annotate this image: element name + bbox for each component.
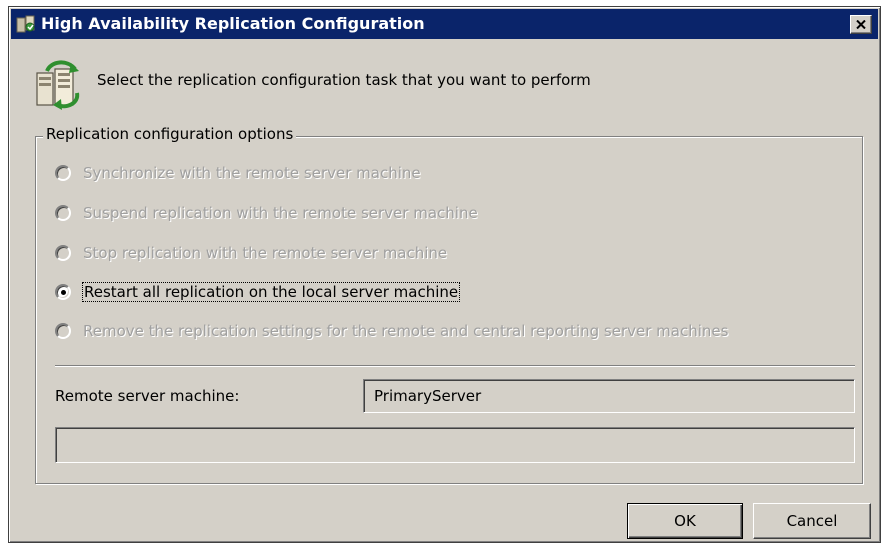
- radio-suspend[interactable]: [55, 205, 71, 221]
- option-label: Suspend replication with the remote serv…: [83, 204, 478, 222]
- window-title: High Availability Replication Configurat…: [41, 14, 425, 33]
- app-icon: [16, 15, 35, 33]
- option-label: Restart all replication on the local ser…: [81, 282, 461, 302]
- option-label: Remove the replication settings for the …: [83, 322, 729, 340]
- close-button[interactable]: [850, 15, 872, 34]
- radio-synchronize[interactable]: [55, 165, 71, 181]
- options-legend: Replication configuration options: [43, 125, 297, 143]
- option-restart[interactable]: Restart all replication on the local ser…: [55, 279, 461, 305]
- status-field: [55, 427, 855, 463]
- servers-replication-icon: [36, 60, 80, 110]
- option-suspend[interactable]: Suspend replication with the remote serv…: [55, 200, 478, 226]
- cancel-button[interactable]: Cancel: [753, 503, 871, 539]
- remote-server-field[interactable]: PrimaryServer: [363, 379, 855, 413]
- title-bar[interactable]: High Availability Replication Configurat…: [11, 9, 878, 39]
- remote-server-label: Remote server machine:: [55, 387, 240, 405]
- option-stop[interactable]: Stop replication with the remote server …: [55, 240, 447, 266]
- option-remove[interactable]: Remove the replication settings for the …: [55, 318, 728, 344]
- radio-restart[interactable]: [55, 284, 71, 300]
- radio-stop[interactable]: [55, 245, 71, 261]
- replication-config-dialog: High Availability Replication Configurat…: [8, 6, 881, 543]
- option-label: Stop replication with the remote server …: [83, 244, 448, 262]
- separator: [55, 365, 855, 367]
- close-icon: [856, 20, 866, 29]
- option-synchronize[interactable]: Synchronize with the remote server machi…: [55, 160, 421, 186]
- instruction-text: Select the replication configuration tas…: [97, 71, 591, 89]
- radio-remove[interactable]: [55, 323, 71, 339]
- option-label: Synchronize with the remote server machi…: [83, 164, 421, 182]
- ok-button[interactable]: OK: [627, 503, 743, 539]
